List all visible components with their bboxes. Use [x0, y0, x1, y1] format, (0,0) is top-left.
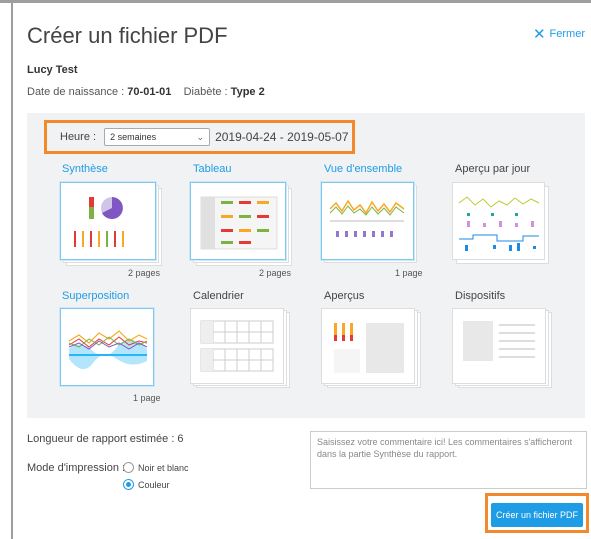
report-tile-superposition[interactable]	[60, 308, 156, 388]
report-title-synthese[interactable]: Synthèse	[62, 163, 108, 175]
time-range-highlight: Heure : 2 semaines ⌄ 2019-04-24 - 2019-0…	[44, 120, 355, 154]
window-top-border	[0, 0, 591, 3]
radio-bw[interactable]	[123, 462, 134, 473]
create-pdf-button[interactable]: Créer un fichier PDF	[491, 503, 583, 527]
pages-count: 2 pages	[128, 268, 161, 278]
diabetes-value: Type 2	[230, 86, 265, 98]
report-tile-apercu-jour[interactable]	[452, 182, 550, 266]
report-tile-tableau[interactable]	[190, 182, 292, 266]
time-label: Heure :	[60, 131, 97, 143]
report-title-apercus[interactable]: Aperçus	[324, 290, 364, 302]
insights-thumbnail-icon	[334, 323, 404, 373]
print-mode-bw-option[interactable]: Noir et blanc	[123, 462, 189, 473]
report-title-tableau[interactable]: Tableau	[193, 163, 232, 175]
pages-count: 1 page	[395, 268, 423, 278]
dob-value: 70-01-01	[127, 86, 172, 98]
overlay-thumbnail-icon	[68, 330, 148, 370]
report-title-vue-ensemble[interactable]: Vue d'ensemble	[324, 163, 402, 175]
daily-thumbnail-icon	[458, 196, 540, 251]
window-left-border	[11, 0, 13, 539]
report-tile-synthese[interactable]	[60, 182, 162, 266]
close-button[interactable]: ✕ Fermer	[532, 25, 585, 43]
report-tile-vue-ensemble[interactable]	[321, 182, 417, 266]
report-tile-apercus[interactable]	[321, 308, 421, 388]
report-title-superposition[interactable]: Superposition	[62, 290, 129, 302]
patient-info: Date de naissance : 70-01-01 Diabète : T…	[27, 86, 265, 98]
table-thumbnail-icon	[200, 196, 278, 250]
date-range: 2019-04-24 - 2019-05-07	[215, 130, 349, 144]
devices-thumbnail-icon	[463, 321, 535, 361]
close-icon: ✕	[532, 25, 546, 43]
report-length: Longueur de rapport estimée : 6	[27, 433, 184, 445]
report-title-apercu-jour[interactable]: Aperçu par jour	[455, 163, 530, 175]
time-period-select[interactable]: 2 semaines ⌄	[104, 128, 211, 146]
print-mode-color-option[interactable]: Couleur	[123, 479, 170, 490]
dialog-title: Créer un fichier PDF	[27, 23, 228, 48]
pages-count: 1 page	[133, 393, 161, 403]
report-title-calendrier[interactable]: Calendrier	[193, 290, 244, 302]
time-period-value: 2 semaines	[110, 132, 157, 142]
report-tile-calendrier[interactable]	[190, 308, 290, 388]
print-mode-bw-label: Noir et blanc	[138, 462, 189, 473]
report-tile-dispositifs[interactable]	[452, 308, 552, 388]
synthese-thumbnail-icon	[74, 197, 124, 247]
chevron-down-icon: ⌄	[196, 131, 205, 142]
patient-name: Lucy Test	[27, 64, 78, 76]
calendar-thumbnail-icon	[200, 320, 274, 372]
comment-textarea[interactable]: Saisissez votre commentaire ici! Les com…	[310, 431, 587, 489]
close-label: Fermer	[549, 28, 585, 40]
pages-count: 2 pages	[259, 268, 292, 278]
overview-thumbnail-icon	[329, 199, 405, 237]
print-mode-color-label: Couleur	[138, 479, 170, 490]
radio-color[interactable]	[123, 479, 134, 490]
print-mode-label: Mode d'impression :	[27, 462, 126, 474]
dob-label: Date de naissance :	[27, 86, 125, 98]
diabetes-label: Diabète :	[183, 86, 228, 98]
report-title-dispositifs[interactable]: Dispositifs	[455, 290, 505, 302]
